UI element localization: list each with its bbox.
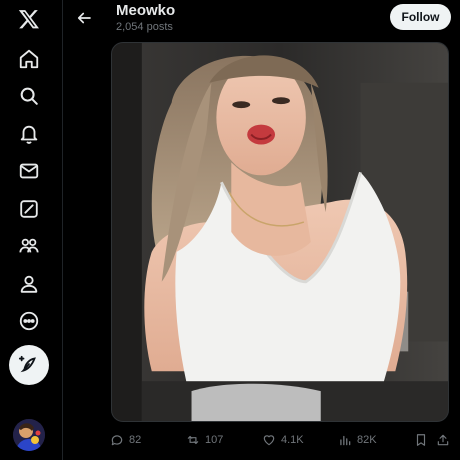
like-count: 4.1K	[281, 434, 304, 446]
views-chart-icon	[340, 435, 351, 446]
sidebar-nav	[0, 0, 58, 460]
post-actions: 82 107 4.1K 82K	[63, 429, 460, 451]
x-logo-icon[interactable]	[11, 1, 47, 37]
arrow-left-icon	[77, 12, 91, 24]
follow-button[interactable]: Follow	[390, 4, 451, 30]
compose-post-button[interactable]	[9, 345, 49, 385]
messages-icon[interactable]	[11, 153, 47, 189]
repost-button[interactable]: 107	[186, 429, 223, 451]
communities-icon[interactable]	[11, 228, 47, 264]
post-photo[interactable]	[111, 42, 449, 422]
post-count: 2,054 posts	[116, 21, 173, 33]
reply-count: 82	[129, 434, 142, 446]
views-button[interactable]: 82K	[338, 429, 377, 451]
like-button[interactable]: 4.1K	[262, 429, 304, 451]
reply-icon	[111, 435, 123, 446]
repost-icon	[187, 435, 199, 445]
post-header: Meowko 2,054 posts Follow	[63, 0, 460, 42]
share-icon	[437, 434, 449, 446]
notifications-icon[interactable]	[11, 116, 47, 152]
home-icon[interactable]	[11, 41, 47, 77]
search-icon[interactable]	[11, 78, 47, 114]
view-count: 82K	[357, 434, 377, 446]
heart-icon	[263, 435, 275, 446]
back-button[interactable]	[71, 5, 97, 31]
repost-count: 107	[205, 434, 224, 446]
account-avatar[interactable]	[13, 419, 45, 451]
bookmark-icon	[416, 434, 426, 446]
share-button[interactable]	[436, 429, 450, 451]
profile-name: Meowko	[116, 2, 176, 19]
grok-icon[interactable]	[11, 191, 47, 227]
feather-plus-icon	[18, 355, 36, 373]
bookmark-button[interactable]	[414, 429, 428, 451]
more-icon[interactable]	[11, 303, 47, 339]
profile-icon[interactable]	[11, 266, 47, 302]
sidebar-divider	[62, 0, 63, 460]
reply-button[interactable]: 82	[110, 429, 141, 451]
